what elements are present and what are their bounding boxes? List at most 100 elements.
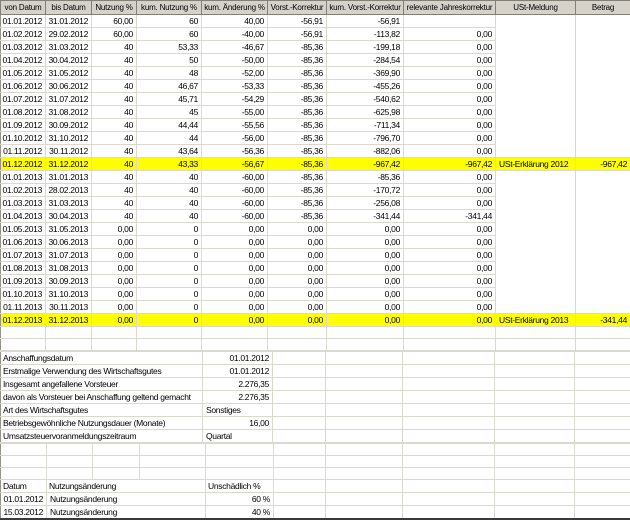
cell[interactable]: -369,90: [327, 67, 404, 80]
cell[interactable]: [496, 275, 576, 288]
empty-cell[interactable]: [273, 404, 326, 417]
cell[interactable]: 30.11.2012: [46, 145, 92, 158]
info-label[interactable]: Anschaffungsdatum: [1, 352, 203, 365]
usage-datum[interactable]: 01.01.2012: [1, 493, 47, 506]
usage-header-datum[interactable]: Datum: [1, 480, 47, 493]
empty-cell[interactable]: [268, 339, 327, 351]
cell[interactable]: [576, 288, 630, 301]
cell[interactable]: -85,36: [268, 197, 327, 210]
empty-cell[interactable]: [326, 506, 403, 520]
cell[interactable]: 48: [137, 67, 202, 80]
cell[interactable]: 0,00: [404, 314, 496, 327]
empty-cell[interactable]: [274, 468, 326, 480]
cell[interactable]: -455,26: [327, 80, 404, 93]
column-header[interactable]: kum. Nutzung %: [137, 1, 202, 15]
cell[interactable]: [496, 41, 576, 54]
column-header[interactable]: kum. Änderung %: [202, 1, 268, 15]
cell[interactable]: [576, 106, 630, 119]
cell[interactable]: 40: [92, 106, 137, 119]
cell[interactable]: [576, 223, 630, 236]
cell[interactable]: [576, 184, 630, 197]
cell[interactable]: 40: [92, 210, 137, 223]
cell[interactable]: 40: [92, 158, 137, 171]
cell[interactable]: 0,00: [202, 223, 268, 236]
cell[interactable]: [496, 106, 576, 119]
empty-cell[interactable]: [495, 391, 575, 404]
cell[interactable]: -54,29: [202, 93, 268, 106]
cell[interactable]: -341,44: [404, 210, 496, 223]
cell[interactable]: 44: [137, 132, 202, 145]
empty-cell[interactable]: [326, 404, 403, 417]
empty-cell[interactable]: [404, 339, 496, 351]
cell[interactable]: 31.10.2013: [46, 288, 92, 301]
empty-cell[interactable]: [47, 456, 93, 468]
cell[interactable]: 40: [92, 119, 137, 132]
cell[interactable]: [576, 197, 630, 210]
empty-cell[interactable]: [575, 417, 630, 430]
cell[interactable]: 43,33: [137, 158, 202, 171]
cell[interactable]: 01.11.2012: [1, 145, 46, 158]
empty-cell[interactable]: [403, 404, 495, 417]
cell[interactable]: [496, 119, 576, 132]
cell[interactable]: -85,36: [268, 106, 327, 119]
cell[interactable]: -170,72: [327, 184, 404, 197]
cell[interactable]: 0,00: [327, 236, 404, 249]
cell[interactable]: 0,00: [327, 249, 404, 262]
cell[interactable]: 01.05.2013: [1, 223, 46, 236]
cell[interactable]: -341,44: [327, 210, 404, 223]
cell[interactable]: -85,36: [268, 184, 327, 197]
cell[interactable]: -56,91: [268, 28, 327, 41]
cell[interactable]: 0: [137, 314, 202, 327]
cell[interactable]: -53,33: [202, 80, 268, 93]
cell[interactable]: -85,36: [327, 171, 404, 184]
empty-cell[interactable]: [274, 456, 326, 468]
cell[interactable]: -60,00: [202, 184, 268, 197]
empty-cell[interactable]: [403, 480, 495, 493]
empty-cell[interactable]: [403, 378, 495, 391]
info-value[interactable]: 16,00: [203, 417, 273, 430]
empty-cell[interactable]: [326, 378, 403, 391]
cell[interactable]: 31.03.2012: [46, 41, 92, 54]
usage-aenderung[interactable]: Nutzungsänderung: [47, 506, 206, 520]
cell[interactable]: 60: [137, 15, 202, 28]
column-header[interactable]: kum. Vorst.-Korrektur: [327, 1, 404, 15]
empty-cell[interactable]: [274, 444, 326, 456]
empty-cell[interactable]: [575, 480, 630, 493]
cell[interactable]: [576, 119, 630, 132]
cell[interactable]: -60,00: [202, 197, 268, 210]
cell[interactable]: [576, 145, 630, 158]
empty-cell[interactable]: [273, 352, 326, 365]
cell[interactable]: [576, 262, 630, 275]
cell[interactable]: 0,00: [404, 249, 496, 262]
cell[interactable]: 40: [92, 132, 137, 145]
cell[interactable]: [496, 171, 576, 184]
cell[interactable]: 0,00: [202, 275, 268, 288]
empty-cell[interactable]: [206, 456, 274, 468]
cell[interactable]: -85,36: [268, 171, 327, 184]
cell[interactable]: 31.12.2012: [46, 158, 92, 171]
empty-cell[interactable]: [273, 417, 326, 430]
cell[interactable]: [496, 93, 576, 106]
empty-cell[interactable]: [575, 493, 630, 506]
empty-cell[interactable]: [326, 365, 403, 378]
cell[interactable]: 01.11.2013: [1, 301, 46, 314]
cell[interactable]: 31.05.2013: [46, 223, 92, 236]
empty-cell[interactable]: [403, 391, 495, 404]
cell[interactable]: 31.01.2012: [46, 15, 92, 28]
cell[interactable]: -882,06: [327, 145, 404, 158]
empty-cell[interactable]: [273, 391, 326, 404]
cell[interactable]: 53,33: [137, 41, 202, 54]
column-header[interactable]: Vorst.-Korrektur: [268, 1, 327, 15]
cell[interactable]: 0,00: [202, 301, 268, 314]
cell[interactable]: 0,00: [404, 106, 496, 119]
empty-cell[interactable]: [274, 506, 326, 520]
cell[interactable]: 0,00: [202, 249, 268, 262]
cell[interactable]: -85,36: [268, 119, 327, 132]
cell[interactable]: 40: [137, 184, 202, 197]
cell[interactable]: [576, 210, 630, 223]
cell[interactable]: 0,00: [327, 288, 404, 301]
empty-cell[interactable]: [575, 506, 630, 520]
cell[interactable]: 60,00: [92, 28, 137, 41]
empty-cell[interactable]: [1, 444, 47, 456]
column-header[interactable]: relevante Jahreskorrektur: [404, 1, 496, 15]
